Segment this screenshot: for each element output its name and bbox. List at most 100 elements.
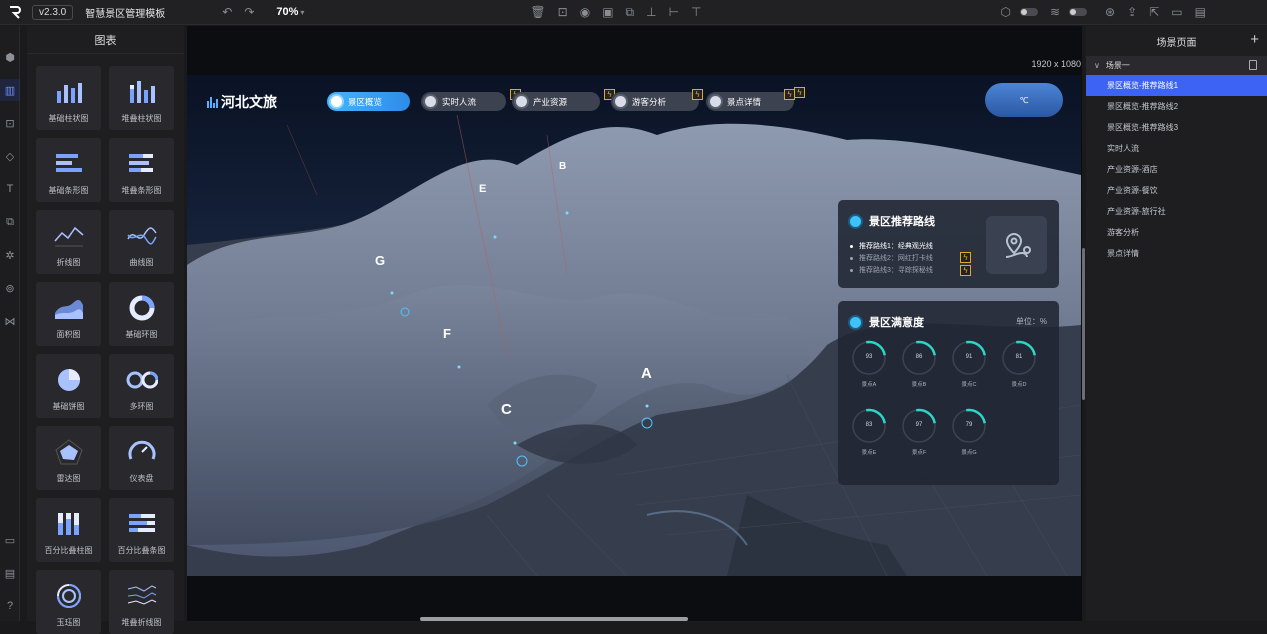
chart-line-category-icon[interactable]: ⊡ [0,112,20,134]
map-label-g[interactable]: G [375,253,385,268]
chart-grid: 基础柱状图 堆叠柱状图 基础条形图 堆叠条形图 折线图 曲线图 面积图 基础环图 基础饼图 多环图… [27,54,184,634]
message-icon[interactable]: ▭ [0,529,20,551]
satisfaction-gauge[interactable]: 79 景点G [950,407,988,456]
nav-tab-resources[interactable]: 产业资源 [512,92,600,111]
satisfaction-gauge[interactable]: 86 景点B [900,339,938,388]
scene-preview[interactable]: A B C E F G 河北文旅 景区概览 实时人流 ϟ 产业资源 ϟ 游客分析… [187,75,1081,576]
layers-toggle[interactable] [1069,8,1088,16]
chart-item[interactable]: 面积图 [36,282,101,346]
chart-item[interactable]: 玉珏图 [36,570,101,634]
route-item[interactable]: 推荐路线3：寻踪探秘线 [850,264,933,276]
chart-item[interactable]: 基础环图 [109,282,174,346]
satisfaction-card[interactable]: 景区满意度 单位：% 93 景点A 86 景点B 91 景点C 81 景点D 83 景点E 97 景点… [838,301,1059,485]
nav-tab-label: 产业资源 [533,96,568,107]
multi-ring-chart-icon [126,371,158,389]
satisfaction-gauge[interactable]: 81 景点D [1000,339,1038,388]
scene-header: 河北文旅 景区概览 实时人流 ϟ 产业资源 ϟ 游客分析 ϟ 景点详情 ϟ ϟ … [187,75,1081,125]
widget-icon[interactable]: ✲ [0,244,20,266]
chart-item[interactable]: 基础饼图 [36,354,101,418]
upload-icon[interactable]: ⇪ [1127,5,1137,19]
scene-page-item[interactable]: 景区概览-推荐路线2 [1086,96,1267,117]
chart-item[interactable]: 仪表盘 [109,426,174,490]
scene-page-item[interactable]: 产业资源-旅行社 [1086,201,1267,222]
chart-item[interactable]: 曲线图 [109,210,174,274]
layers-icon[interactable]: ≋ [1050,5,1060,19]
scene-group-1[interactable]: ∨ 场景一 [1086,56,1267,75]
satisfaction-gauge[interactable]: 83 景点E [850,407,888,456]
chart-item[interactable]: 多环图 [109,354,174,418]
grid-icon[interactable]: ⬡ [1000,5,1010,19]
align-bottom-icon[interactable]: ⊥ [646,5,656,19]
chart-item[interactable]: 堆叠折线图 [109,570,174,634]
nav-tab-overview[interactable]: 景区概览 [327,92,410,111]
nav-tab-details[interactable]: 景点详情 [706,92,794,111]
chart-item[interactable]: 堆叠条形图 [109,138,174,202]
scene-page-item[interactable]: 产业资源-酒店 [1086,159,1267,180]
route-card[interactable]: 景区推荐路线 推荐路线1：经典观光线 推荐路线2：网红打卡线 推荐路线3：寻踪探… [838,200,1059,288]
media-icon[interactable]: ⧉ [0,211,20,233]
chart-item[interactable]: 堆叠柱状图 [109,66,174,130]
export-icon[interactable]: ⇱ [1149,5,1159,19]
eye-icon[interactable]: ◉ [580,5,590,19]
align-horizontal-icon[interactable]: ⊢ [669,5,679,19]
chart-item[interactable]: 百分比叠条图 [109,498,174,562]
text-icon[interactable]: T [0,178,20,200]
group-icon[interactable]: ▣ [602,5,613,19]
scene-page-item[interactable]: 景点详情 [1086,243,1267,264]
nav-tab-realtime[interactable]: 实时人流 [421,92,506,111]
satisfaction-gauge[interactable]: 97 景点F [900,407,938,456]
grid-toggle[interactable] [1019,8,1038,16]
help-icon[interactable]: ? [0,595,20,617]
bolt-icon[interactable]: ϟ [794,87,805,98]
design-canvas[interactable]: 1920 x 1080 A B C E F G 河北文旅 景区概览 实时人流 产… [187,26,1082,621]
map-label-f[interactable]: F [443,326,451,341]
chart-category-icon[interactable]: ▥ [0,79,20,101]
ungroup-icon[interactable]: ⧉ [626,5,635,20]
add-document-icon[interactable] [1249,60,1257,70]
route-item[interactable]: 推荐路线2：网红打卡线 [850,252,933,264]
map-label-b[interactable]: B [559,161,566,172]
scene-page-item[interactable]: 实时人流 [1086,138,1267,159]
save-icon[interactable]: ▤ [1195,5,1206,19]
bolt-icon[interactable]: ϟ [692,89,703,100]
scene-page-item[interactable]: 游客分析 [1086,222,1267,243]
route-item[interactable]: 推荐路线1：经典观光线 [850,240,933,252]
map-label-e[interactable]: E [479,183,486,195]
zoom-select[interactable]: 70% [276,6,298,18]
nav-tab-visitors[interactable]: 游客分析 [611,92,699,111]
document-icon[interactable]: ▤ [0,562,20,584]
scene-page-item[interactable]: 景区概览-推荐路线3 [1086,117,1267,138]
add-page-icon[interactable]: + [1250,31,1259,48]
preview-icon[interactable]: ▭ [1171,5,1182,19]
lock-icon[interactable]: ⊡ [558,5,568,19]
redo-icon[interactable]: ↷ [244,5,254,19]
map-label-c[interactable]: C [501,401,512,418]
map-icon[interactable]: ⊚ [0,277,20,299]
flow-icon[interactable]: ⋈ [0,310,20,332]
chart-item[interactable]: 百分比叠柱图 [36,498,101,562]
satisfaction-gauge[interactable]: 91 景点C [950,339,988,388]
weather-widget[interactable]: ℃ [985,83,1063,117]
bolt-icon[interactable]: ϟ [960,252,971,263]
chart-item[interactable]: 基础柱状图 [36,66,101,130]
shapes-icon[interactable]: ◇ [0,145,20,167]
scene-page-item[interactable]: 产业资源-餐饮 [1086,180,1267,201]
map-label-a[interactable]: A [641,365,652,382]
distribute-icon[interactable]: ⊤ [691,5,701,19]
undo-icon[interactable]: ↶ [222,5,232,19]
canvas-horizontal-scrollbar[interactable] [420,617,688,621]
satisfaction-gauge[interactable]: 93 景点A [850,339,888,388]
bolt-icon[interactable]: ϟ [960,265,971,276]
scene-pages-title: 场景页面 [1156,37,1197,49]
gauge-value: 91 [965,354,973,360]
canvas-vertical-scrollbar[interactable] [1082,248,1085,400]
delete-icon[interactable]: 🗑 [530,5,545,19]
chart-item[interactable]: 折线图 [36,210,101,274]
component-icon[interactable]: ⬢ [0,46,20,68]
nav-tab-label: 景区概览 [348,96,383,107]
theme-icon[interactable]: ⊛ [1105,5,1115,19]
scene-page-item[interactable]: 景区概览-推荐路线1 [1086,75,1267,96]
chart-item[interactable]: 雷达图 [36,426,101,490]
app-logo-icon[interactable] [4,1,26,23]
chart-item[interactable]: 基础条形图 [36,138,101,202]
